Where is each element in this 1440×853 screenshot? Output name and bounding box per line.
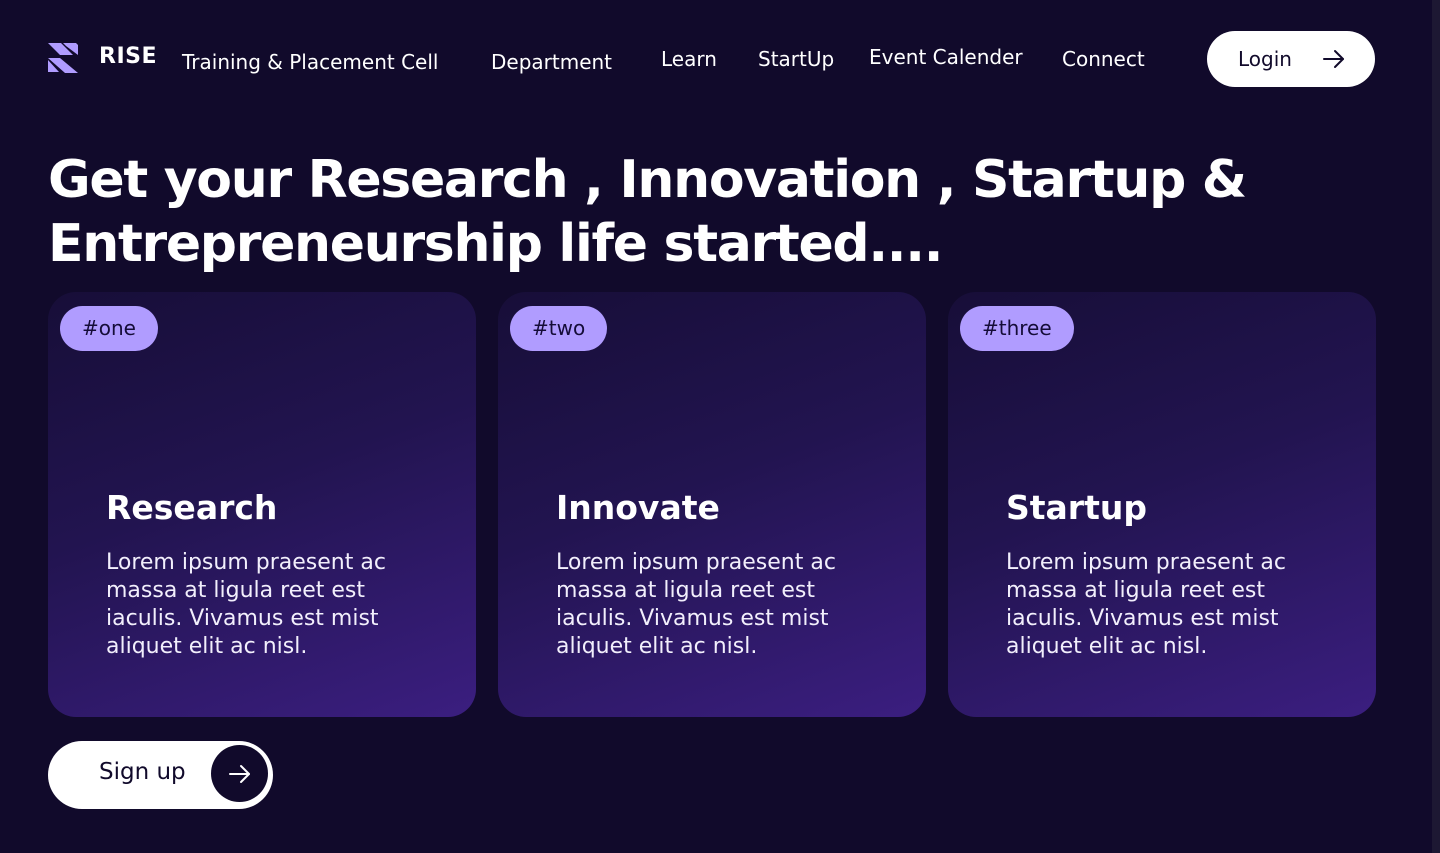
- sign-up-button[interactable]: Sign up: [48, 741, 273, 809]
- scrollbar-track[interactable]: [1432, 0, 1440, 853]
- card-title: Startup: [1006, 488, 1147, 527]
- nav-link-learn[interactable]: Learn: [661, 47, 717, 71]
- card-description: Lorem ipsum praesent ac massa at ligula …: [556, 550, 836, 659]
- card-startup[interactable]: #three Startup Lorem ipsum praesent ac m…: [948, 292, 1376, 717]
- card-description: Lorem ipsum praesent ac massa at ligula …: [106, 550, 386, 659]
- rise-logo-icon[interactable]: [48, 43, 78, 73]
- hero-title: Get your Research , Innovation , Startup…: [48, 148, 1248, 276]
- sign-up-button-label: Sign up: [99, 759, 186, 785]
- card-title: Research: [106, 488, 278, 527]
- arrow-right-icon: [1323, 50, 1344, 68]
- card-badge: #two: [510, 306, 608, 351]
- login-button-label: Login: [1238, 47, 1292, 71]
- nav-link-department[interactable]: Department: [491, 50, 612, 74]
- nav-link-connect[interactable]: Connect: [1062, 47, 1145, 71]
- card-innovate[interactable]: #two Innovate Lorem ipsum praesent ac ma…: [498, 292, 926, 717]
- nav-link-event-calender[interactable]: Event Calender: [869, 45, 1023, 69]
- sign-up-arrow-circle: [211, 745, 268, 802]
- card-title: Innovate: [556, 488, 720, 527]
- nav-link-startup[interactable]: StartUp: [758, 47, 834, 71]
- hero-title-line-2: Entrepreneurship life started....: [48, 214, 943, 274]
- card-badge: #one: [60, 306, 158, 351]
- nav-link-training-placement-cell[interactable]: Training & Placement Cell: [182, 50, 438, 74]
- card-badge: #three: [960, 306, 1074, 351]
- login-button[interactable]: Login: [1207, 31, 1375, 87]
- arrow-right-icon: [229, 765, 250, 783]
- card-description: Lorem ipsum praesent ac massa at ligula …: [1006, 550, 1286, 659]
- brand-name[interactable]: RISE: [99, 44, 157, 69]
- card-research[interactable]: #one Research Lorem ipsum praesent ac ma…: [48, 292, 476, 717]
- hero-title-line-1: Get your Research , Innovation , Startup…: [48, 150, 1247, 210]
